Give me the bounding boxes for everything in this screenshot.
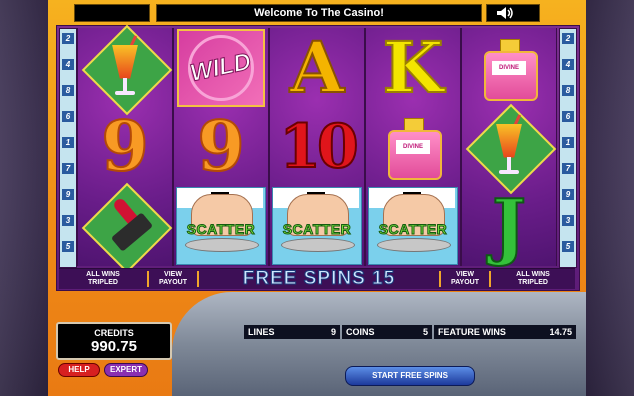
symbol-lipstick [78, 182, 173, 273]
all-wins-tripled-left: ALL WINS TRIPLED [86, 271, 120, 286]
payline-marker[interactable]: 4 [562, 59, 574, 70]
payline-marker[interactable]: 5 [562, 241, 574, 252]
payline-marker[interactable]: 3 [562, 215, 574, 226]
reel-1: 9 [77, 24, 173, 273]
symbol-ten: 10 [278, 111, 359, 183]
payline-marker[interactable]: 1 [562, 137, 574, 148]
payline-marker[interactable]: 5 [62, 241, 74, 252]
status-banner: ALL WINS TRIPLED VIEW PAYOUT FREE SPINS … [59, 268, 575, 290]
payline-marker[interactable]: 6 [62, 111, 74, 122]
reels-panel: 2 4 8 6 1 7 9 3 5 9 WILD 9 SCATTER A 10 … [56, 24, 580, 291]
symbol-nine: 9 [100, 106, 149, 188]
symbol-j: J [491, 182, 527, 269]
expert-button[interactable]: EXPERT [104, 363, 148, 377]
view-payout-right-button[interactable]: VIEW PAYOUT [443, 269, 487, 289]
symbol-a: A [289, 25, 345, 110]
reel-3: A 10 SCATTER [269, 25, 365, 266]
symbol-perfume: DIVINE [366, 107, 460, 186]
payline-marker[interactable]: 9 [562, 189, 574, 200]
top-left-panel [74, 4, 150, 22]
payline-marker[interactable]: 7 [62, 163, 74, 174]
credits-value: 990.75 [91, 338, 137, 355]
symbol-cocktail [78, 24, 173, 115]
symbol-cocktail [462, 103, 557, 194]
symbol-perfume: DIVINE [462, 28, 556, 107]
payline-marker[interactable]: 9 [62, 189, 74, 200]
payline-marker[interactable]: 8 [62, 85, 74, 96]
sound-toggle[interactable] [486, 4, 540, 22]
help-button[interactable]: HELP [58, 363, 100, 377]
symbol-scatter: SCATTER [366, 186, 460, 265]
payline-marker[interactable]: 8 [562, 85, 574, 96]
bet-console: LINES 9 COINS 5 FEATURE WINS 14.75 START… [172, 292, 586, 396]
control-panel: CREDITS 990.75 HELP EXPERT LINES 9 COINS… [48, 292, 586, 396]
view-payout-left-button[interactable]: VIEW PAYOUT [151, 269, 195, 289]
start-free-spins-button[interactable]: START FREE SPINS [345, 366, 475, 386]
coins-display: COINS 5 [342, 325, 432, 339]
background-left [0, 0, 48, 396]
payline-marker[interactable]: 6 [562, 111, 574, 122]
all-wins-tripled-right: ALL WINS TRIPLED [516, 271, 550, 286]
symbol-nine: 9 [196, 106, 245, 188]
payline-markers-left: 2 4 8 6 1 7 9 3 5 [59, 28, 77, 268]
credits-display: CREDITS 990.75 [56, 322, 172, 360]
feature-wins-display: FEATURE WINS 14.75 [434, 325, 576, 339]
speaker-icon [497, 7, 513, 19]
welcome-title: Welcome To The Casino! [156, 4, 482, 22]
symbol-scatter: SCATTER [174, 186, 268, 265]
reel-4: K DIVINE SCATTER [365, 25, 461, 266]
payline-markers-right: 2 4 8 6 1 7 9 3 5 [559, 28, 577, 268]
payline-marker[interactable]: 4 [62, 59, 74, 70]
payline-marker[interactable]: 1 [62, 137, 74, 148]
symbol-scatter: SCATTER [270, 186, 364, 265]
reel-2: WILD 9 SCATTER [173, 28, 269, 266]
reel-5: DIVINE J [461, 28, 557, 269]
credits-label: CREDITS [94, 328, 134, 338]
payline-marker[interactable]: 2 [62, 33, 74, 44]
lines-display: LINES 9 [244, 325, 340, 339]
slot-game-frame: Welcome To The Casino! 2 4 8 6 1 7 9 3 5 [48, 0, 586, 396]
symbol-wild: WILD [174, 28, 268, 107]
payline-marker[interactable]: 2 [562, 33, 574, 44]
free-spins-counter: FREE SPINS 15 [242, 268, 396, 290]
payline-marker[interactable]: 3 [62, 215, 74, 226]
symbol-k: K [382, 25, 445, 110]
payline-marker[interactable]: 7 [562, 163, 574, 174]
background-right [586, 0, 634, 396]
